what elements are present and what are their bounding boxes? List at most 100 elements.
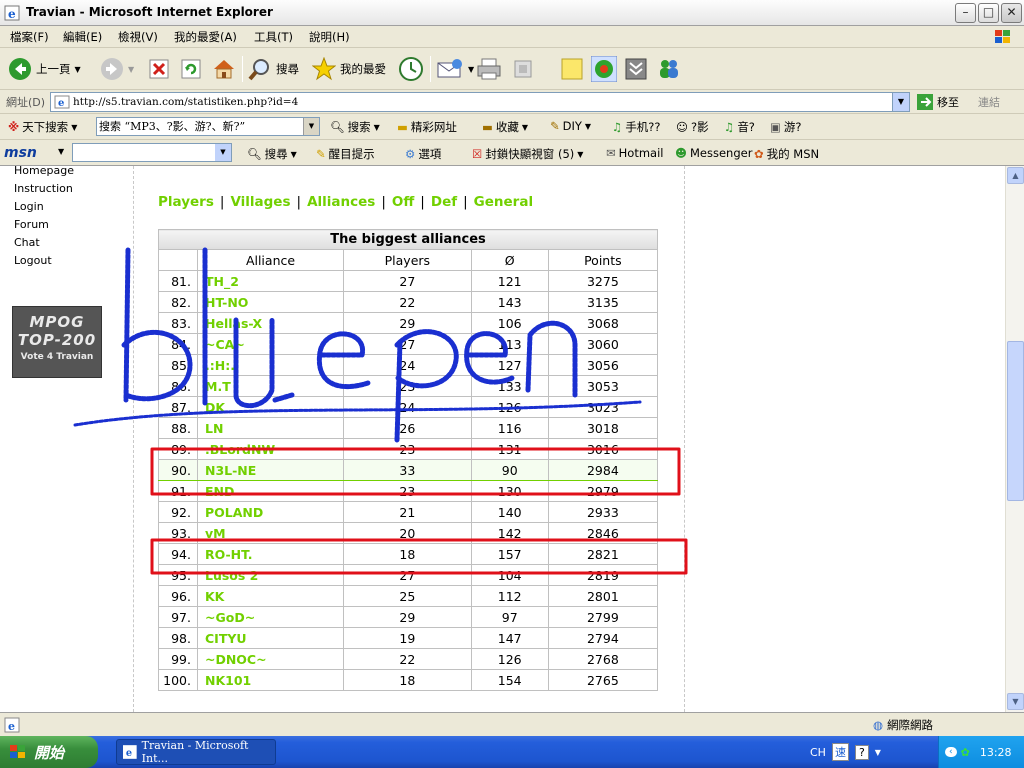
toolbar-search-dropdown[interactable]: ▼ [303, 118, 319, 135]
tray-arrow-icon[interactable]: ‹ [945, 747, 957, 757]
refresh-button[interactable] [180, 54, 202, 84]
icq-tray-icon[interactable]: ✿ [961, 746, 970, 759]
alliance-link[interactable]: NK101 [197, 669, 344, 691]
tab-def[interactable]: Def [431, 194, 457, 210]
menu-view[interactable]: 檢視(V) [118, 29, 158, 45]
music-button[interactable]: ♫ 音? [724, 119, 755, 135]
messenger-button[interactable] [656, 54, 682, 84]
alliance-link[interactable]: HT-NO [197, 291, 344, 313]
edit-button[interactable] [512, 54, 534, 84]
address-dropdown-button[interactable]: ▼ [892, 93, 909, 111]
back-dropdown-icon[interactable]: ▼ [75, 65, 81, 74]
alliance-link[interactable]: DK [197, 396, 344, 418]
collect-button[interactable]: ▬ 收藏 ▼ [482, 119, 528, 135]
maximize-button[interactable]: □ [978, 3, 999, 23]
alliance-link[interactable]: RO-HT. [197, 543, 344, 565]
menu-edit[interactable]: 編輯(E) [63, 29, 102, 45]
alliance-link[interactable]: vM [197, 522, 344, 544]
hotmail-button[interactable]: ✉ Hotmail [606, 146, 663, 160]
vertical-scrollbar[interactable]: ▲ ▼ [1005, 166, 1024, 712]
language-indicator[interactable]: CH [810, 746, 826, 759]
alliance-link[interactable]: ~GoD~ [197, 606, 344, 628]
nav-logout[interactable]: Logout [14, 252, 74, 270]
alliance-link[interactable]: TH_2 [197, 270, 344, 292]
menu-help[interactable]: 說明(H) [309, 29, 350, 45]
alliance-link[interactable]: ~DNOC~ [197, 648, 344, 670]
mail-button[interactable]: ▼ [436, 54, 474, 84]
scroll-thumb[interactable] [1007, 341, 1024, 501]
alliance-link[interactable]: POLAND [197, 501, 344, 523]
points-cell: 2846 [547, 522, 659, 544]
tab-alliances[interactable]: Alliances [307, 194, 375, 210]
tab-villages[interactable]: Villages [230, 194, 290, 210]
alliance-link[interactable]: N3L-NE [197, 459, 344, 481]
alliance-link[interactable]: Hellas-X [197, 312, 344, 334]
forward-button[interactable]: ▼ [100, 54, 134, 84]
ime-indicator[interactable]: 速 [831, 743, 849, 761]
minimize-button[interactable]: – [955, 3, 976, 23]
my-msn-button[interactable]: ✿ 我的 MSN [754, 146, 819, 162]
icq-button[interactable] [591, 54, 617, 84]
menu-favorites[interactable]: 我的最愛(A) [174, 29, 237, 45]
tab-players[interactable]: Players [158, 194, 214, 210]
phone-button[interactable]: ♫ 手机?? [612, 119, 661, 135]
alliance-link[interactable]: CITYU [197, 627, 344, 649]
rank-cell: 93. [158, 522, 198, 544]
menu-file[interactable]: 檔案(F) [10, 29, 49, 45]
alliance-link[interactable]: LN [197, 417, 344, 439]
nav-login[interactable]: Login [14, 198, 74, 216]
scroll-down-button[interactable]: ▼ [1007, 693, 1024, 710]
alliance-link[interactable]: .BLordNW [197, 438, 344, 460]
start-button[interactable]: 開始 [0, 736, 98, 768]
msn-search-button[interactable]: 🔍︎ 搜尋 ▼ [247, 146, 297, 162]
nav-instruction[interactable]: Instruction [14, 180, 74, 198]
toolbar-search-input[interactable]: 搜索 “MP3、?影、游?、新?” ▼ [96, 117, 320, 136]
alliance-link[interactable]: KK [197, 585, 344, 607]
alliance-link[interactable]: .:H:. [197, 354, 344, 376]
nav-homepage[interactable]: Homepage [14, 166, 74, 180]
alliance-link[interactable]: Lusos 2 [197, 564, 344, 586]
forward-dropdown-icon[interactable]: ▼ [128, 65, 134, 74]
stop-button[interactable] [148, 54, 170, 84]
msn-logo[interactable]: msn [4, 145, 37, 161]
mpog-top200-banner[interactable]: MPOG TOP-200 Vote 4 Travian [12, 306, 102, 378]
options-button[interactable]: ⚙ 選項 [405, 146, 441, 162]
download-button[interactable] [624, 54, 648, 84]
address-input[interactable]: e http://s5.travian.com/statistiken.php?… [50, 92, 910, 112]
print-button[interactable] [476, 54, 502, 84]
help-indicator[interactable]: ? [854, 744, 869, 760]
nav-forum[interactable]: Forum [14, 216, 74, 234]
msn-dropdown-icon[interactable]: ▼ [58, 147, 64, 156]
alliance-link[interactable]: M.T [197, 375, 344, 397]
note-button[interactable] [560, 54, 584, 84]
home-button[interactable] [212, 54, 236, 84]
diy-button[interactable]: ✎ DIY ▼ [550, 119, 591, 133]
game-button[interactable]: ▣ 游? [770, 119, 801, 135]
nav-chat[interactable]: Chat [14, 234, 74, 252]
alliance-link[interactable]: END [197, 480, 344, 502]
close-button[interactable]: ✕ [1001, 3, 1022, 23]
alliance-link[interactable]: ~CA~ [197, 333, 344, 355]
msn-search-dropdown[interactable]: ▼ [215, 144, 231, 161]
links-label[interactable]: 連結 [978, 94, 1000, 110]
go-button[interactable]: 移至 [917, 94, 959, 110]
popup-blocker-button[interactable]: ☒ 封鎖快顯視窗 (5) ▼ [472, 146, 583, 162]
menu-tools[interactable]: 工具(T) [254, 29, 293, 45]
highlight-button[interactable]: ✎ 醒目提示 [316, 146, 375, 162]
back-button[interactable]: 上一頁 ▼ [8, 54, 81, 84]
sites-button[interactable]: ▬ 精彩网址 [397, 119, 457, 135]
tab-general[interactable]: General [474, 194, 533, 210]
search-button[interactable]: 搜尋 [248, 54, 299, 84]
messenger-link[interactable]: ☻ Messenger [675, 146, 752, 160]
history-button[interactable] [398, 54, 424, 84]
scroll-up-button[interactable]: ▲ [1007, 167, 1024, 184]
search-brand[interactable]: ※ 天下搜索 ▼ [8, 119, 77, 135]
movie-button[interactable]: ☺ ?影 [676, 119, 709, 135]
tab-off[interactable]: Off [392, 194, 414, 210]
msn-search-input[interactable]: ▼ [72, 143, 232, 162]
favorites-button[interactable]: 我的最愛 [312, 54, 386, 84]
langbar-menu-icon[interactable]: ▼ [875, 748, 881, 757]
toolbar-search-button[interactable]: 🔍︎ 搜索 ▼ [330, 119, 380, 135]
mail-dropdown-icon[interactable]: ▼ [468, 65, 474, 74]
taskbar-window-ie[interactable]: e Travian - Microsoft Int... [116, 739, 276, 765]
